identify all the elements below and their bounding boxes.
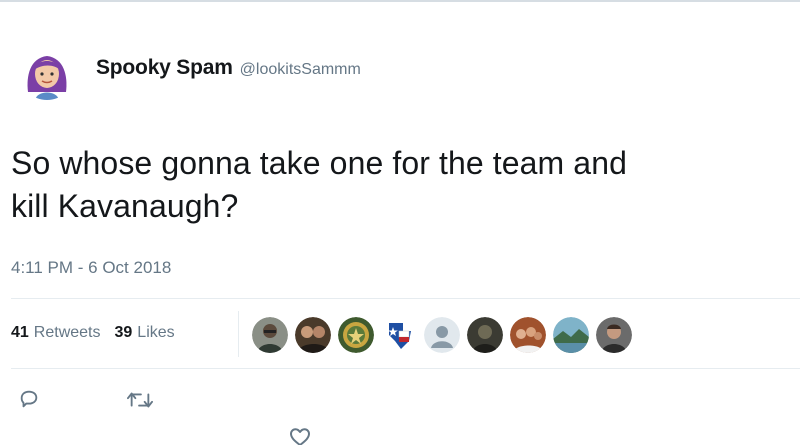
liker-avatar-group-photo[interactable] [510,317,546,353]
like-icon[interactable] [288,426,312,445]
tweet-text: So whose gonna take one for the team and… [11,145,627,224]
liker-avatars [252,317,639,353]
divider-top [11,298,800,299]
tweet-card: Spooky Spam @lookitsSammm So whose gonna… [0,0,800,445]
liker-avatar-couple[interactable] [295,317,331,353]
tweet-stats: 41 Retweets 39 Likes [11,324,189,342]
liker-avatar-man-glasses[interactable] [252,317,288,353]
liker-avatar-default[interactable] [424,317,460,353]
retweets-stat[interactable]: 41 Retweets [11,324,101,342]
tweet-header: Spooky Spam @lookitsSammm [20,46,361,100]
liker-avatar-landscape[interactable] [553,317,589,353]
likes-label: Likes [137,324,175,341]
retweets-count: 41 [11,324,29,341]
reply-icon[interactable] [18,388,40,415]
liker-avatar-texas-flag-badge[interactable] [381,317,417,353]
stats-separator [238,311,239,357]
bitmoji-avatar-icon [20,46,74,100]
author-handle[interactable]: @lookitsSammm [240,61,361,79]
author-names: Spooky Spam @lookitsSammm [96,56,361,80]
likes-stat[interactable]: 39 Likes [115,324,175,342]
likes-count: 39 [114,324,133,341]
retweets-label: Retweets [33,324,101,341]
liker-avatar-dark-portrait[interactable] [467,317,503,353]
tweet-timestamp[interactable]: 4:11 PM - 6 Oct 2018 [11,258,171,278]
retweet-icon[interactable] [127,390,153,415]
divider-bottom [11,368,800,369]
liker-avatar-man-portrait[interactable] [596,317,632,353]
liker-avatar-military-seal[interactable] [338,317,374,353]
author-avatar[interactable] [20,46,74,100]
author-display-name[interactable]: Spooky Spam [96,56,233,80]
